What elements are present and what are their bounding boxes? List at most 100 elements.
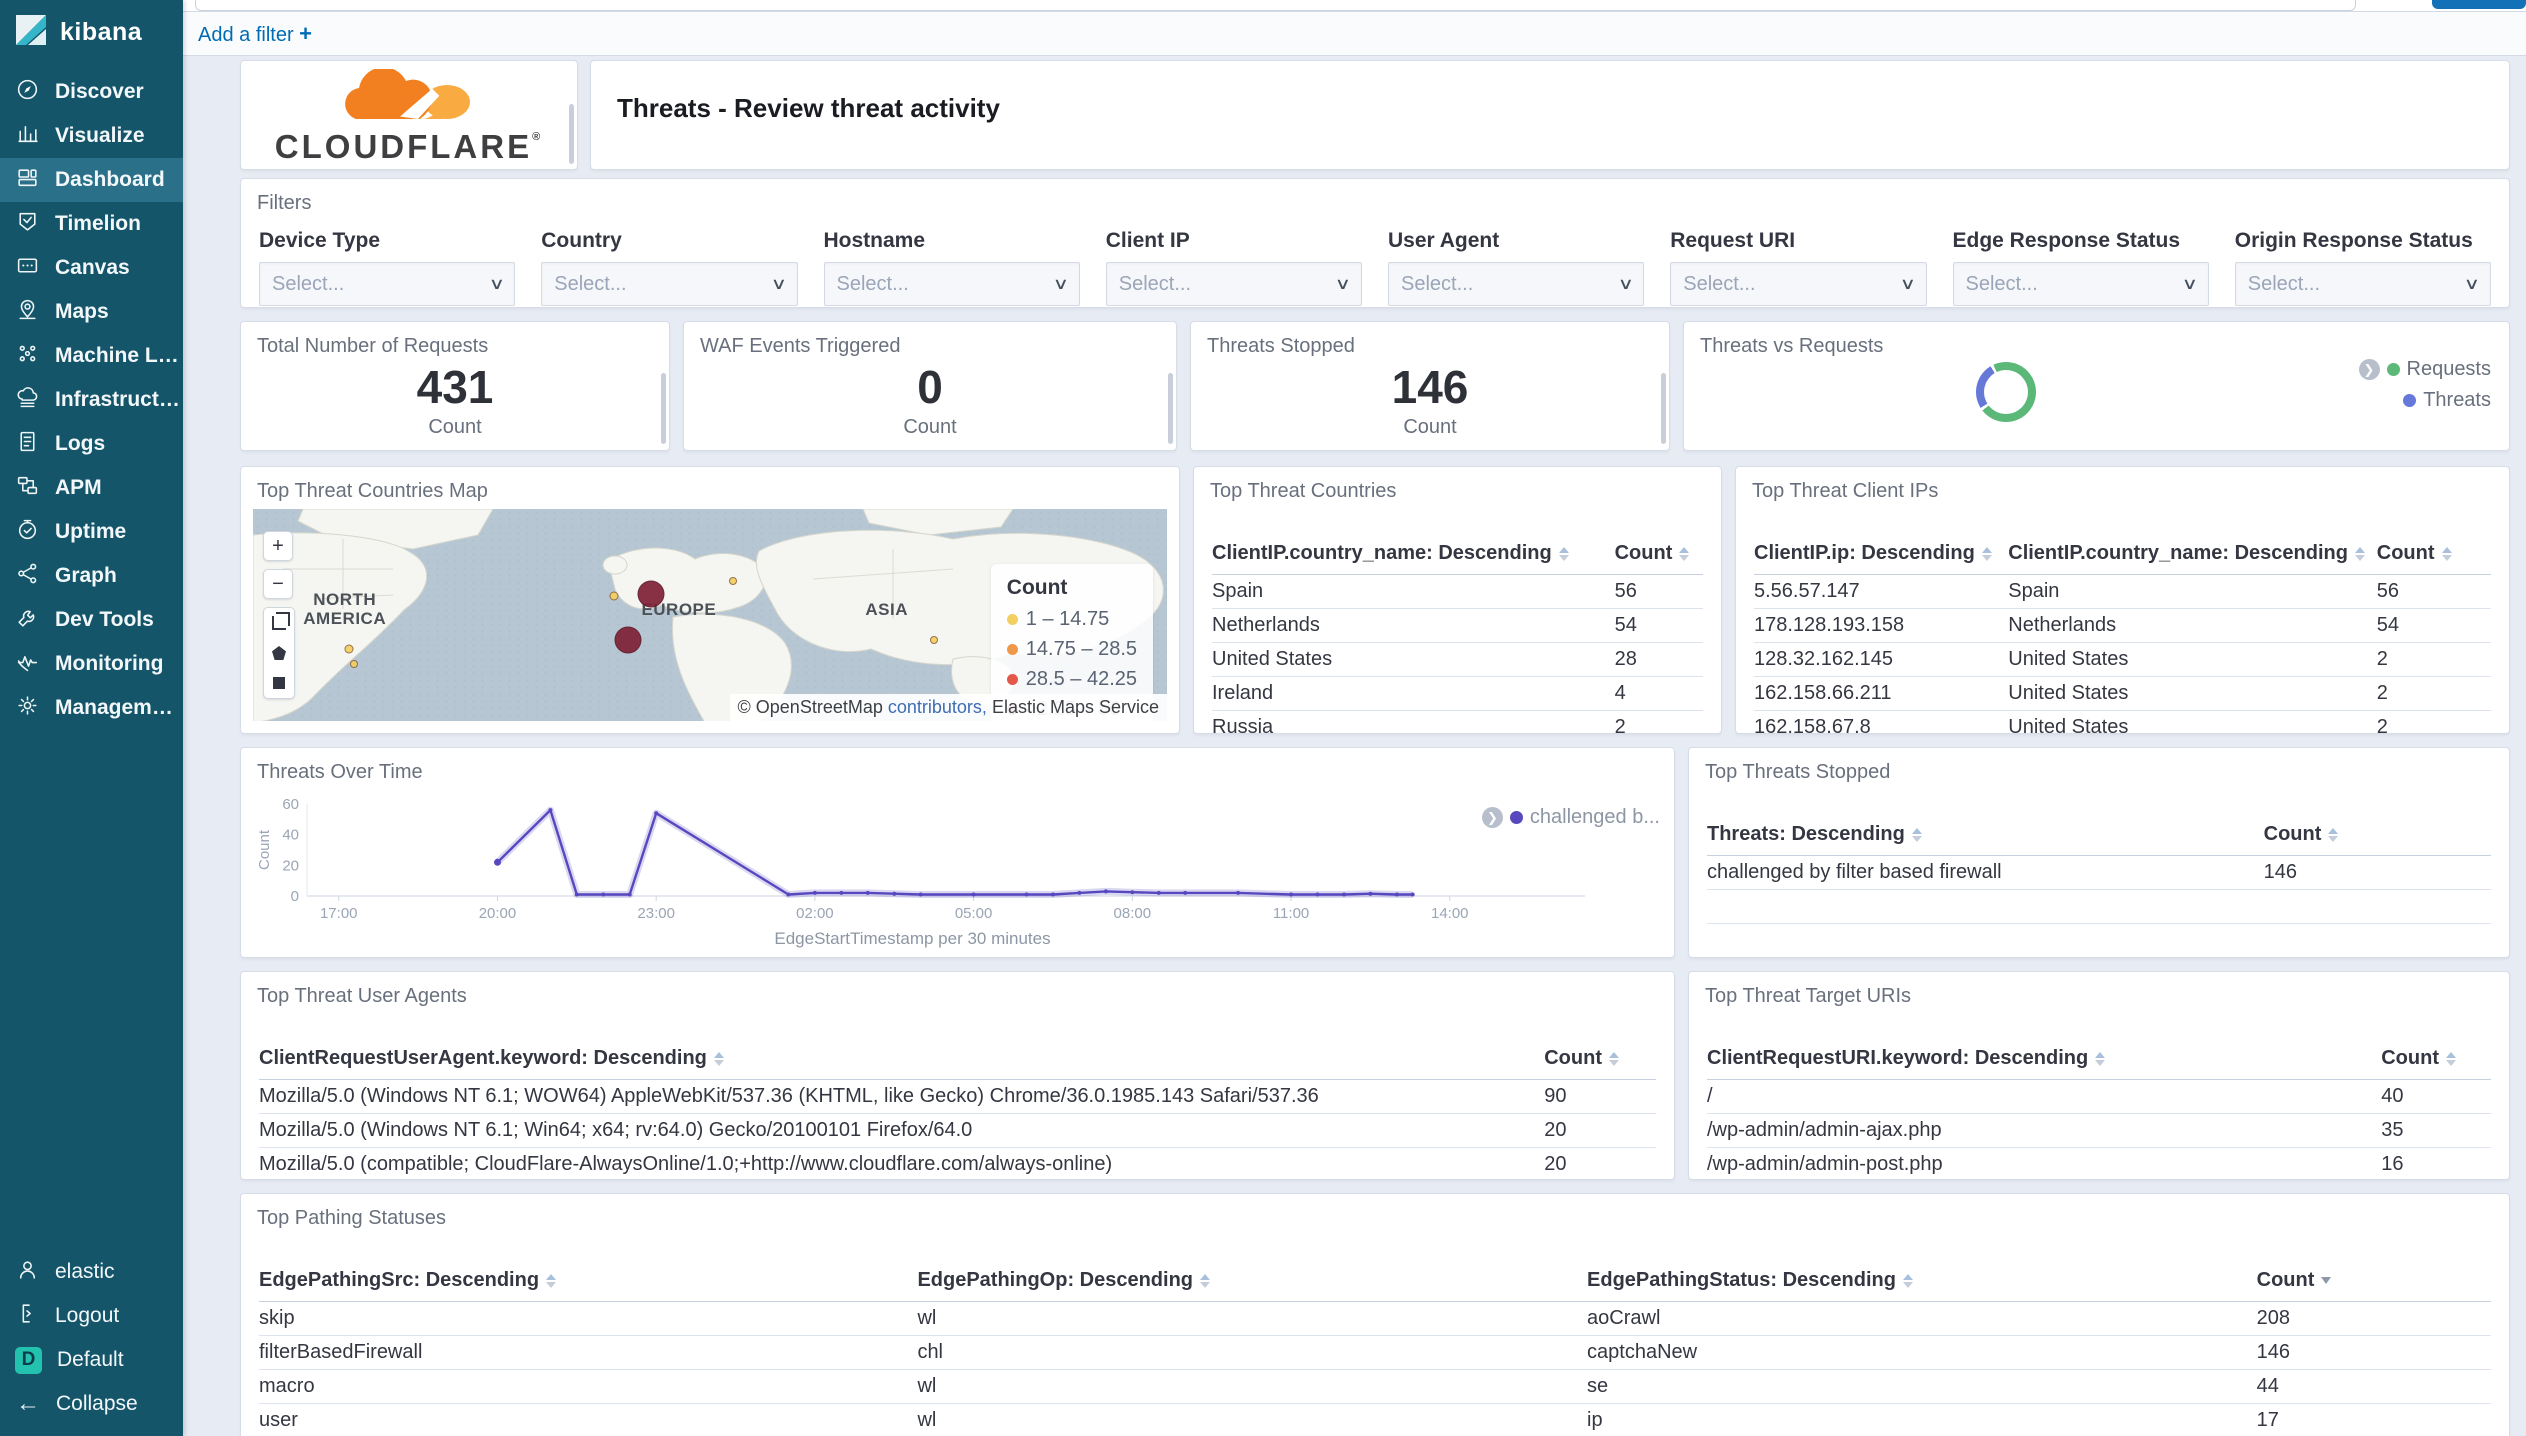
update-button[interactable] bbox=[2432, 0, 2526, 9]
sidebar-item-uptime[interactable]: Uptime bbox=[0, 510, 183, 554]
map-dot-ireland[interactable] bbox=[609, 591, 619, 601]
metric-total-requests-panel: Total Number of Requests 431 Count bbox=[240, 321, 670, 451]
map-attribution-link[interactable]: contributors, bbox=[888, 697, 987, 717]
column-header[interactable]: Count bbox=[2264, 823, 2491, 846]
kibana-app: kibana Discover Visualize Dashboard Timelio… bbox=[0, 0, 2526, 1436]
filter-label: Edge Response Status bbox=[1952, 229, 2181, 252]
column-header[interactable]: EdgePathingStatus: Descending bbox=[1587, 1269, 2257, 1292]
column-header[interactable]: ClientIP.country_name: Descending bbox=[2008, 542, 2377, 565]
top-threat-countries-panel: Top Threat Countries ClientIP.country_na… bbox=[1193, 466, 1722, 734]
column-header[interactable]: ClientRequestUserAgent.keyword: Descendi… bbox=[259, 1047, 1544, 1070]
sidebar-item-maps[interactable]: Maps bbox=[0, 290, 183, 334]
table-cell: 35 bbox=[2381, 1119, 2404, 1141]
world-map[interactable]: + − NORTH AMERICA EUROPE ASIA Count 1 – 14… bbox=[253, 509, 1167, 721]
table-cell: Netherlands bbox=[2008, 614, 2117, 636]
map-dot-netherlands[interactable] bbox=[637, 580, 665, 608]
filter-select-client-ip[interactable]: Select... ∨ bbox=[1105, 262, 1362, 306]
table-row: Ireland 4 bbox=[1212, 677, 1703, 711]
kibana-logo[interactable]: kibana bbox=[0, 0, 183, 62]
sidebar-item-graph[interactable]: Graph bbox=[0, 554, 183, 598]
column-header[interactable]: EdgePathingSrc: Descending bbox=[259, 1269, 917, 1292]
column-header[interactable]: Count bbox=[1544, 1047, 1656, 1070]
map-polygon-tool[interactable] bbox=[264, 638, 294, 668]
table-cell: 28 bbox=[1614, 648, 1637, 670]
sidebar-item-apm[interactable]: APM bbox=[0, 466, 183, 510]
panel-title: Threats Stopped bbox=[1207, 335, 1355, 357]
map-dot-russia-west[interactable] bbox=[728, 577, 737, 586]
legend-item[interactable]: ❯ Requests bbox=[2358, 358, 2491, 381]
sidebar-item-timelion[interactable]: Timelion bbox=[0, 202, 183, 246]
filter-select-hostname[interactable]: Select... ∨ bbox=[823, 262, 1080, 306]
filter-select-user-agent[interactable]: Select... ∨ bbox=[1388, 262, 1645, 306]
column-header[interactable]: Count bbox=[2381, 1047, 2491, 1070]
table-cell: chl bbox=[917, 1341, 944, 1363]
table-cell: Ireland bbox=[1212, 682, 1274, 704]
table-cell: 5.56.57.147 bbox=[1754, 580, 1860, 602]
map-dot-us-south-2[interactable] bbox=[349, 659, 358, 668]
filter-label: Request URI bbox=[1670, 229, 1796, 252]
column-header[interactable]: Count bbox=[2377, 542, 2491, 565]
chevron-down-icon: ∨ bbox=[488, 276, 505, 293]
panel-scrollbar[interactable] bbox=[1168, 373, 1173, 444]
legend-toggle-icon[interactable]: ❯ bbox=[2358, 359, 2380, 380]
filter-select-origin-response-status[interactable]: Select... ∨ bbox=[2234, 262, 2491, 306]
filter-label: Device Type bbox=[259, 229, 381, 252]
column-header[interactable]: ClientIP.ip: Descending bbox=[1754, 542, 2008, 565]
map-dot-china[interactable] bbox=[929, 636, 938, 645]
panel-scrollbar[interactable] bbox=[661, 373, 666, 444]
column-header[interactable]: ClientIP.country_name: Descending bbox=[1212, 542, 1615, 565]
sidebar-item-management[interactable]: Management bbox=[0, 686, 183, 730]
map-crop-tool[interactable] bbox=[264, 608, 294, 638]
discover-icon bbox=[15, 77, 40, 107]
filter-select-request-uri[interactable]: Select... ∨ bbox=[1670, 262, 1927, 306]
column-header[interactable]: Threats: Descending bbox=[1707, 823, 2264, 846]
table-cell: skip bbox=[259, 1307, 295, 1329]
user-agents-table: ClientRequestUserAgent.keyword: Descendi… bbox=[259, 1038, 1656, 1179]
filter-select-country[interactable]: Select... ∨ bbox=[541, 262, 798, 306]
map-dot-spain[interactable] bbox=[614, 626, 642, 654]
sort-icon bbox=[1200, 1273, 1211, 1288]
sidebar-item-visualize[interactable]: Visualize bbox=[0, 114, 183, 158]
column-header[interactable]: EdgePathingOp: Descending bbox=[917, 1269, 1587, 1292]
panel-scrollbar[interactable] bbox=[1661, 373, 1666, 444]
sidebar-item-label: Monitoring bbox=[55, 652, 164, 675]
legend-item[interactable]: Threats bbox=[2359, 389, 2491, 412]
chevron-down-icon: ∨ bbox=[2181, 276, 2199, 293]
sidebar-item-logout[interactable]: Logout bbox=[0, 1294, 183, 1338]
sidebar-item-dashboard[interactable]: Dashboard bbox=[0, 158, 183, 202]
map-zoom-in-button[interactable]: + bbox=[263, 531, 293, 561]
line-chart[interactable]: 0 20 40 60 17:00 20:00 23:00 02:00 05:00 08:00 11:… bbox=[255, 792, 1585, 932]
threat-map-panel: Top Threat Countries Map + − NORTH AMERI… bbox=[240, 466, 1180, 734]
sidebar-item-machine-learning[interactable]: Machine Le... bbox=[0, 334, 183, 378]
series-label[interactable]: challenged b... bbox=[1530, 806, 1660, 829]
sidebar-item-canvas[interactable]: Canvas bbox=[0, 246, 183, 290]
filter-select-edge-response-status[interactable]: Select... ∨ bbox=[1952, 262, 2209, 306]
donut-chart[interactable] bbox=[1976, 362, 2036, 422]
map-zoom-out-button[interactable]: − bbox=[263, 569, 293, 599]
sidebar-item-default-space[interactable]: D Default bbox=[0, 1338, 183, 1382]
map-dot-us-south-1[interactable] bbox=[344, 644, 354, 654]
column-header[interactable]: Count bbox=[2257, 1269, 2491, 1292]
threat-ips-table: ClientIP.ip: Descending ClientIP.country_… bbox=[1754, 533, 2491, 733]
table-cell: 2 bbox=[1614, 716, 1626, 734]
map-rectangle-tool[interactable] bbox=[264, 668, 294, 698]
filter-select-device-type[interactable]: Select... ∨ bbox=[259, 262, 516, 306]
sidebar-item-dev-tools[interactable]: Dev Tools bbox=[0, 598, 183, 642]
sidebar-item-logs[interactable]: Logs bbox=[0, 422, 183, 466]
column-header[interactable]: ClientRequestURI.keyword: Descending bbox=[1707, 1047, 2381, 1070]
table-row: skip wl aoCrawl 208 bbox=[259, 1302, 2491, 1336]
query-input[interactable] bbox=[195, 0, 2356, 11]
sidebar-item-label: Machine Le... bbox=[55, 344, 183, 367]
svg-text:23:00: 23:00 bbox=[637, 905, 675, 922]
sidebar-item-infrastructure[interactable]: Infrastructure bbox=[0, 378, 183, 422]
panel-scrollbar[interactable] bbox=[569, 104, 574, 164]
column-header[interactable]: Count bbox=[1615, 542, 1703, 565]
legend-color-dot bbox=[1006, 674, 1018, 686]
sidebar-item-collapse[interactable]: ← Collapse bbox=[0, 1382, 183, 1426]
sidebar-item-discover[interactable]: Discover bbox=[0, 70, 183, 114]
sidebar-item-elastic[interactable]: elastic bbox=[0, 1250, 183, 1294]
add-filter-link[interactable]: Add a filter + bbox=[198, 21, 312, 47]
legend-toggle-icon[interactable]: ❯ bbox=[1481, 807, 1503, 828]
table-cell: 146 bbox=[2263, 861, 2297, 883]
sidebar-item-monitoring[interactable]: Monitoring bbox=[0, 642, 183, 686]
